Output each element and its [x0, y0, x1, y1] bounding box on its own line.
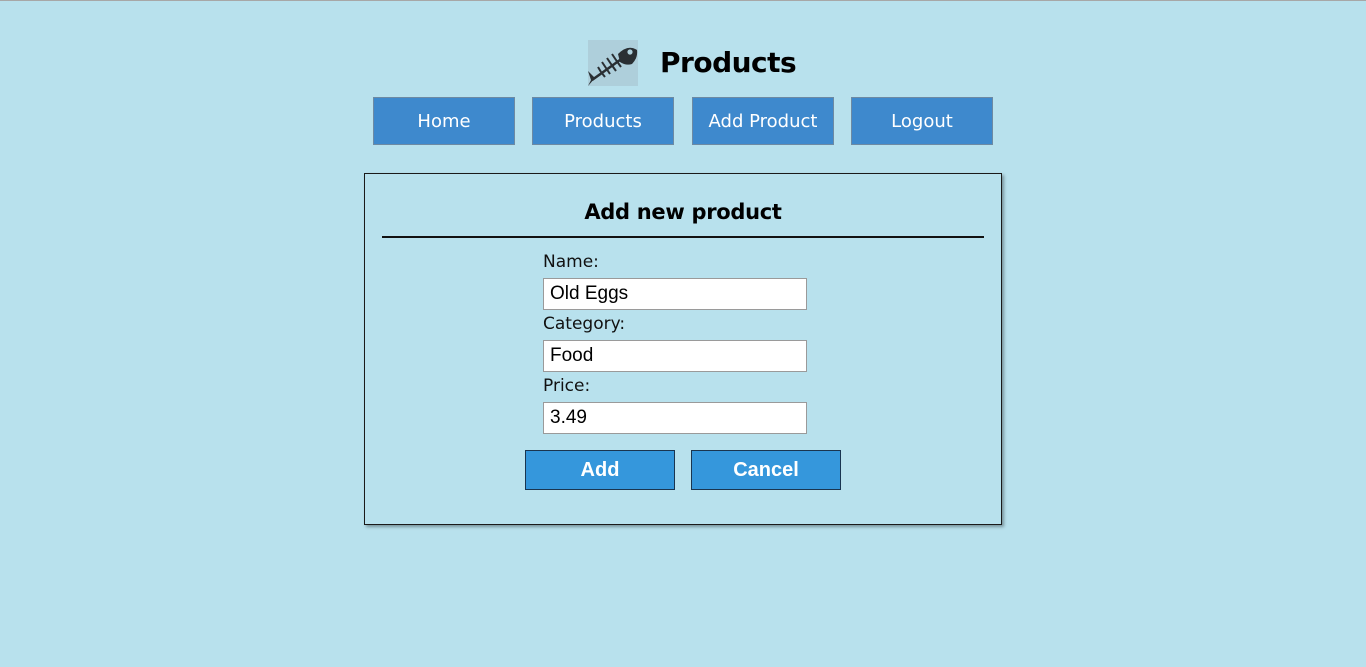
- category-input[interactable]: [543, 340, 807, 372]
- fish-skeleton-icon: [588, 40, 638, 86]
- form-title: Add new product: [584, 200, 782, 224]
- main-nav: Home Products Add Product Logout: [373, 97, 993, 145]
- price-input[interactable]: [543, 402, 807, 434]
- name-label: Name:: [543, 252, 599, 272]
- price-label: Price:: [543, 376, 591, 396]
- page-title: Products: [660, 46, 797, 79]
- form-divider: [382, 236, 984, 238]
- add-product-form: Add new product Name: Category: Price: A…: [364, 173, 1002, 525]
- category-label: Category:: [543, 314, 626, 334]
- nav-home-button[interactable]: Home: [373, 97, 515, 145]
- nav-products-button[interactable]: Products: [532, 97, 674, 145]
- cancel-button[interactable]: Cancel: [691, 450, 841, 490]
- nav-logout-button[interactable]: Logout: [851, 97, 993, 145]
- nav-add-product-button[interactable]: Add Product: [692, 97, 834, 145]
- name-input[interactable]: [543, 278, 807, 310]
- page-header: Products: [588, 40, 797, 86]
- add-button[interactable]: Add: [525, 450, 675, 490]
